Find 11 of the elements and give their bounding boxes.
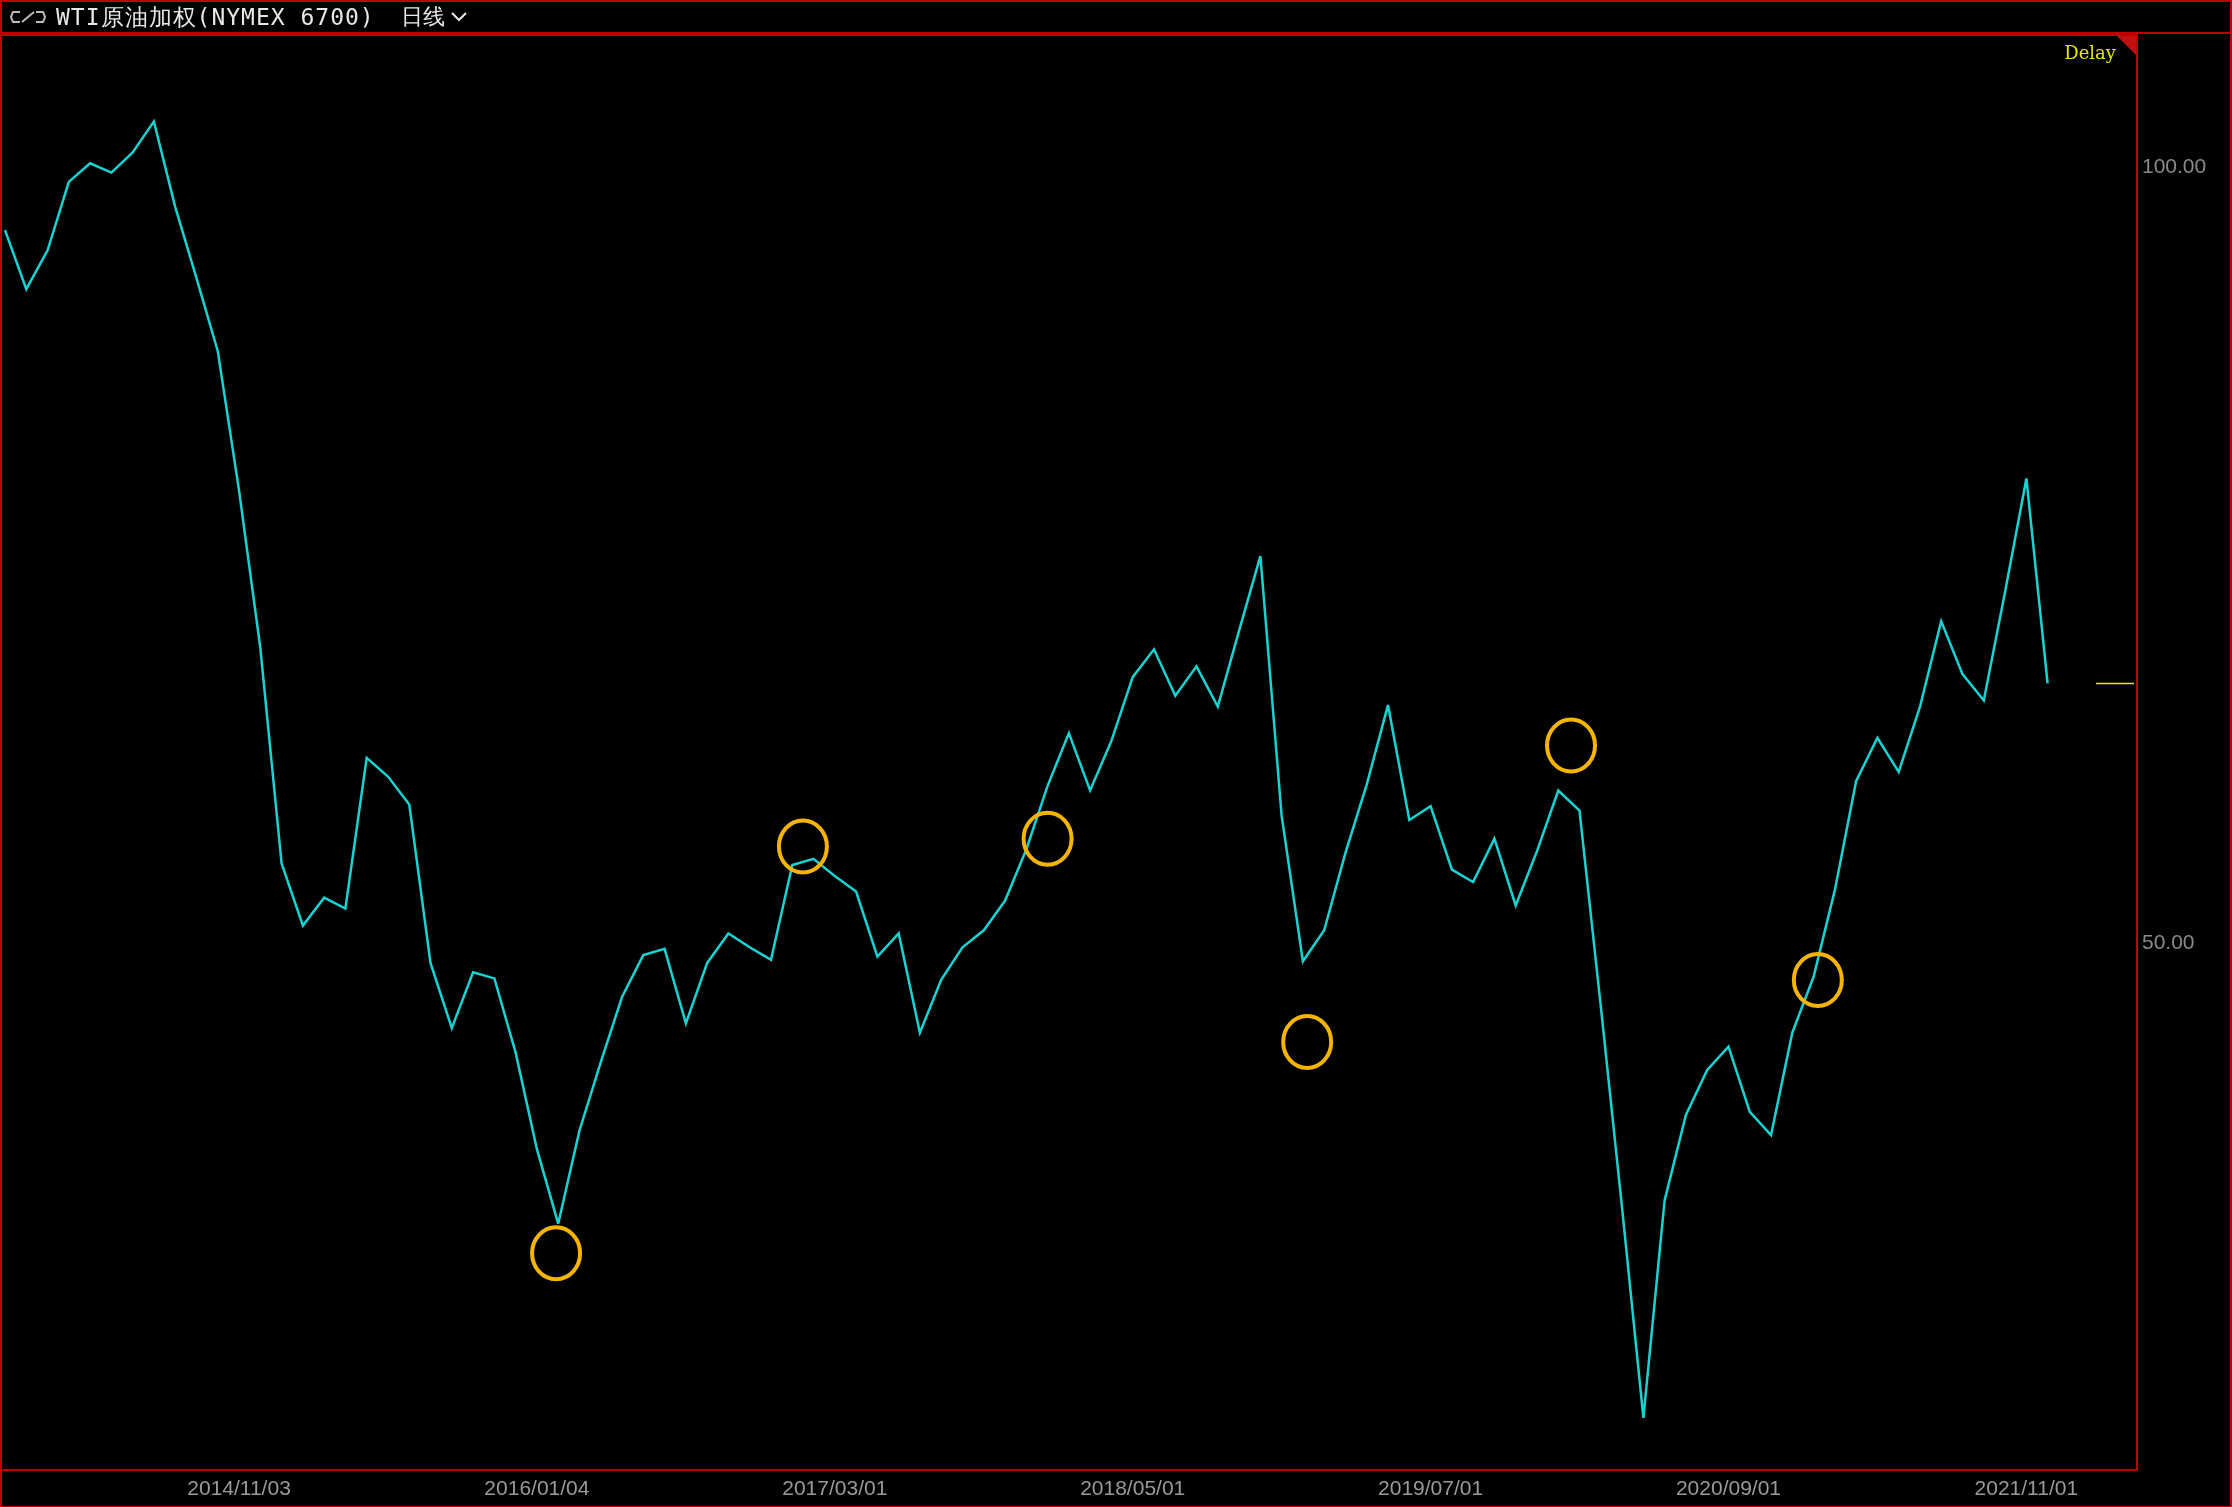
y-axis-label: 100.00	[2142, 153, 2207, 178]
delay-status: Delay	[2064, 42, 2116, 63]
x-axis-label: 2021/11/01	[1974, 1476, 2079, 1500]
x-axis-label: 2019/07/01	[1378, 1476, 1484, 1500]
x-axis-label: 2016/01/04	[484, 1476, 590, 1500]
window-title: WTI原油加权(NYMEX 6700)	[56, 2, 375, 32]
x-axis-label: 2014/11/03	[187, 1476, 291, 1500]
x-axis-label: 2020/09/01	[1675, 1476, 1781, 1500]
x-axis-label: 2017/03/01	[782, 1476, 888, 1500]
x-axis-label: 2018/05/01	[1080, 1476, 1186, 1500]
y-axis-label: 50.00	[2142, 930, 2195, 955]
